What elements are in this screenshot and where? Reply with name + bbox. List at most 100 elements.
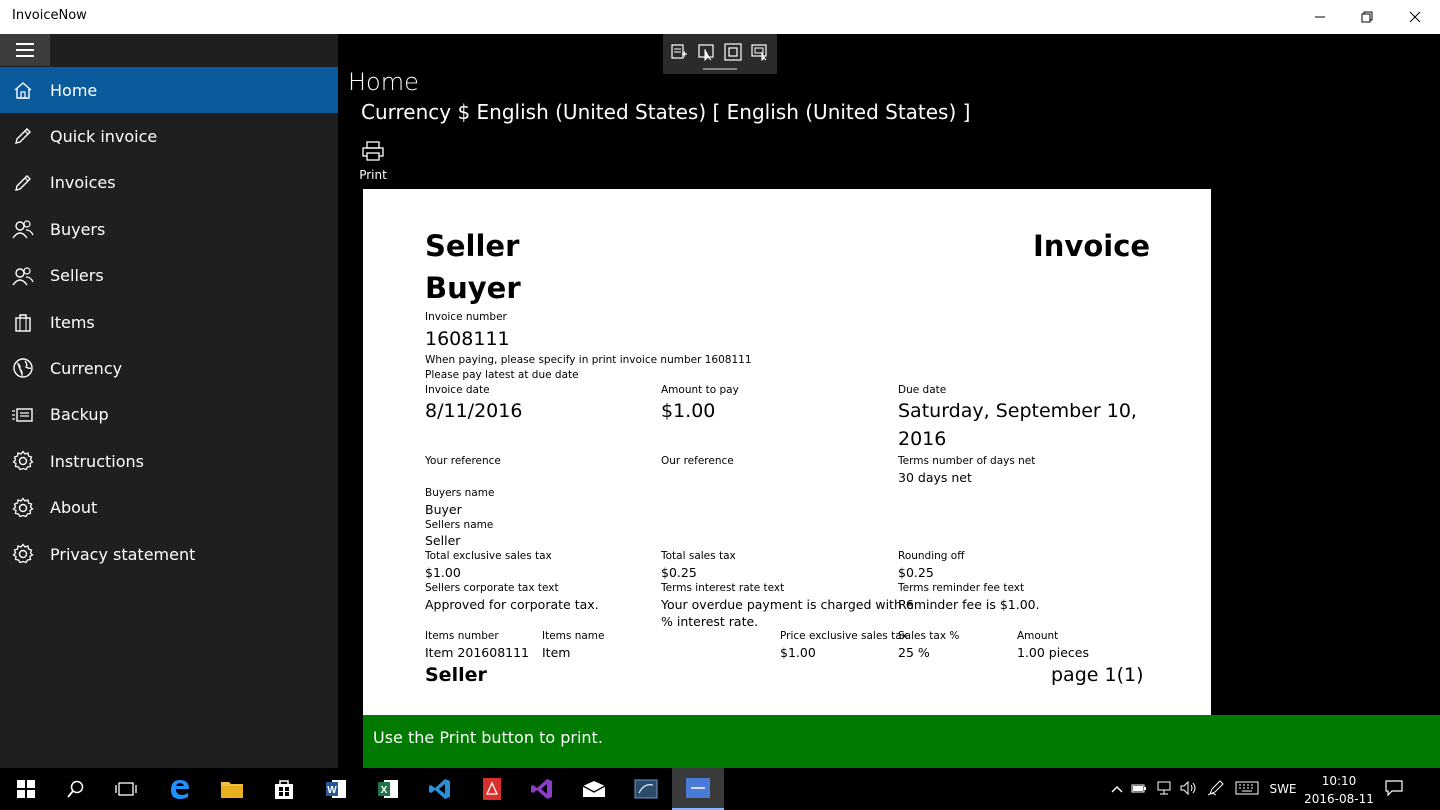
clock[interactable]: 10:10 2016-08-11	[1302, 770, 1376, 808]
sidebar-item-label: Currency	[50, 359, 123, 379]
invoice-number-label: Invoice number	[425, 311, 507, 323]
network-icon[interactable]	[1152, 781, 1176, 798]
clock-date: 2016-08-11	[1304, 792, 1374, 806]
pencil-icon	[12, 125, 34, 147]
adorner-icon[interactable]	[724, 43, 742, 65]
sidebar-item-label: Items	[50, 312, 95, 332]
terms-days: 30 days net	[898, 470, 972, 485]
toolbar-drag-handle[interactable]	[703, 68, 737, 70]
sidebar-item-label: Quick invoice	[50, 127, 158, 147]
sidebar-item-quick-invoice[interactable]: Quick invoice	[0, 113, 338, 159]
invoice-date: 8/11/2016	[425, 400, 523, 422]
gear-icon	[12, 450, 34, 472]
pdf-app[interactable]	[466, 768, 518, 810]
sidebar-item-label: About	[50, 498, 98, 518]
minimize-button[interactable]	[1296, 0, 1344, 34]
table-cell: 1.00 pieces	[1017, 645, 1089, 660]
column-header: Items number	[425, 630, 499, 642]
system-tray: SWE 10:10 2016-08-11	[1106, 768, 1412, 810]
table-cell: $1.00	[780, 645, 816, 660]
language-indicator[interactable]: SWE	[1264, 782, 1302, 796]
hamburger-icon	[16, 43, 34, 57]
column-header: Amount	[1017, 630, 1059, 642]
close-icon	[1409, 11, 1421, 23]
sidebar-item-invoices[interactable]: Invoices	[0, 160, 338, 206]
task-view-button[interactable]	[100, 768, 152, 810]
print-button[interactable]: Print	[358, 138, 388, 184]
footer-page: page 1(1)	[1051, 664, 1144, 686]
sidebar-item-buyers[interactable]: Buyers	[0, 206, 338, 252]
buyers-name-label: Buyers name	[425, 487, 495, 499]
reminder: Reminder fee is $1.00.	[898, 597, 1040, 612]
battery-icon[interactable]	[1128, 782, 1152, 797]
minimize-icon	[1315, 16, 1325, 18]
invoice-number: 1608111	[425, 328, 510, 350]
sql-icon	[634, 779, 658, 799]
invoice-heading: Invoice	[1033, 229, 1151, 263]
nav-list: Home Quick invoice Invoices Buyers Selle…	[0, 67, 338, 577]
excel-app[interactable]: X	[362, 768, 414, 810]
start-button[interactable]	[0, 768, 52, 810]
restore-button[interactable]	[1343, 0, 1391, 34]
invoicenow-icon	[686, 778, 710, 798]
column-header: Items name	[542, 630, 605, 642]
backup-icon	[12, 404, 34, 426]
live-tree-icon[interactable]	[671, 43, 689, 65]
table-cell: Item	[542, 645, 571, 660]
sidebar-item-label: Invoices	[50, 173, 116, 193]
track-focus-icon[interactable]	[751, 43, 769, 65]
app-title: InvoiceNow	[12, 8, 87, 23]
sidebar-item-label: Buyers	[50, 219, 106, 239]
pen-icon[interactable]	[1202, 779, 1230, 799]
sql-app[interactable]	[620, 768, 672, 810]
rounding: $0.25	[898, 565, 934, 580]
home-icon	[12, 79, 34, 101]
terms-days-label: Terms number of days net	[898, 455, 1036, 467]
chevron-up-icon[interactable]	[1106, 782, 1128, 796]
interest-line2: % interest rate.	[661, 614, 759, 629]
page-title: Home	[348, 68, 419, 96]
gear-icon	[12, 496, 34, 519]
sidebar-item-backup[interactable]: Backup	[0, 392, 338, 438]
invoicenow-app[interactable]	[672, 768, 724, 810]
corp-tax: Approved for corporate tax.	[425, 597, 599, 612]
select-element-icon[interactable]	[698, 43, 716, 65]
pdf-icon	[483, 778, 501, 800]
pencil-icon	[12, 172, 34, 194]
hamburger-button[interactable]	[0, 34, 50, 66]
gear-icon	[12, 543, 34, 565]
edge-app[interactable]	[154, 768, 206, 810]
sidebar-item-about[interactable]: About	[0, 485, 338, 531]
sidebar-item-currency[interactable]: Currency	[0, 345, 338, 391]
rounding-label: Rounding off	[898, 550, 965, 562]
buyer-heading: Buyer	[425, 271, 521, 305]
printer-icon	[362, 141, 384, 161]
notification-icon[interactable]	[1376, 779, 1412, 799]
vscode-app[interactable]	[414, 768, 466, 810]
total-excl: $1.00	[425, 565, 461, 580]
word-icon: W	[326, 780, 346, 798]
store-app[interactable]	[258, 768, 310, 810]
sidebar-item-sellers[interactable]: Sellers	[0, 253, 338, 299]
taskbar: W X SWE 10:10 2016-08-11	[0, 768, 1440, 810]
file-explorer-app[interactable]	[206, 768, 258, 810]
sidebar-item-instructions[interactable]: Instructions	[0, 438, 338, 484]
due-date-label: Due date	[898, 384, 947, 396]
volume-icon[interactable]	[1176, 780, 1202, 798]
visual-studio-app[interactable]	[516, 768, 568, 810]
sidebar: Home Quick invoice Invoices Buyers Selle…	[0, 34, 338, 768]
keyboard-icon[interactable]	[1230, 781, 1264, 798]
people-icon	[12, 265, 34, 287]
search-button[interactable]	[50, 768, 102, 810]
sidebar-item-privacy-statement[interactable]: Privacy statement	[0, 531, 338, 577]
buyers-name: Buyer	[425, 502, 462, 517]
sidebar-item-items[interactable]: Items	[0, 299, 338, 345]
bag-icon	[12, 311, 34, 333]
restore-icon	[1361, 11, 1373, 23]
due-date-line2: 2016	[898, 428, 947, 450]
mail-app[interactable]	[568, 768, 620, 810]
word-app[interactable]: W	[310, 768, 362, 810]
sidebar-item-home[interactable]: Home	[0, 67, 338, 114]
close-button[interactable]	[1391, 0, 1439, 34]
amount-to-pay-label: Amount to pay	[661, 384, 739, 396]
